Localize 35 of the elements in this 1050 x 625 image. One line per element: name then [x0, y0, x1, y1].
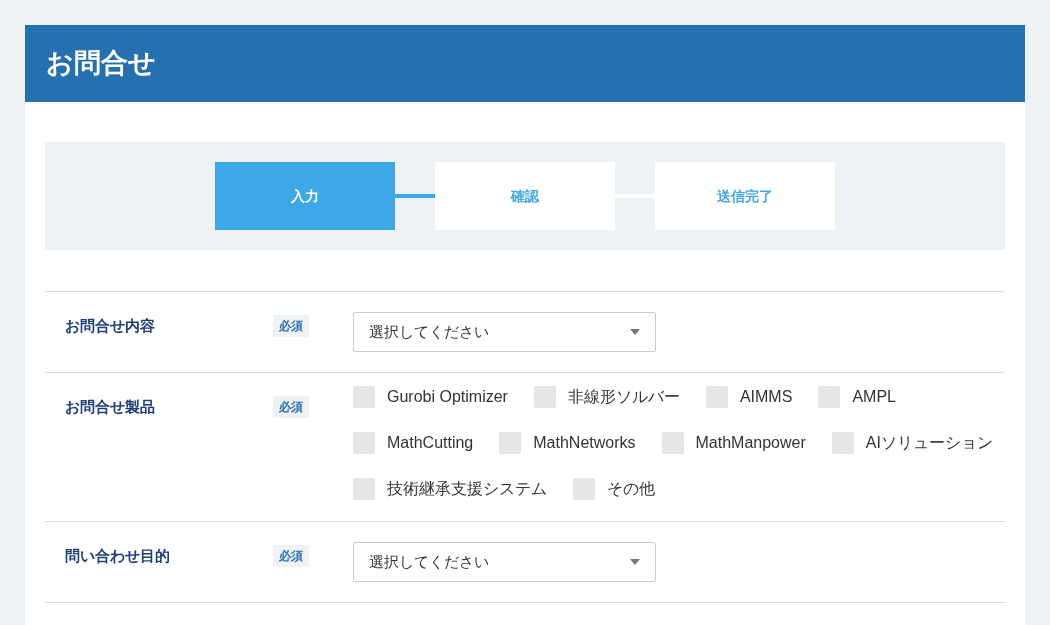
field-label: 問い合わせ目的 [65, 547, 170, 564]
checkbox[interactable] [353, 386, 375, 408]
checkbox[interactable] [573, 478, 595, 500]
step: 確認 [435, 162, 615, 230]
step: 送信完了 [655, 162, 835, 230]
checkbox[interactable] [661, 432, 684, 454]
checkbox[interactable] [533, 386, 556, 408]
checkbox-label: 非線形ソルバー [567, 387, 680, 407]
required-badge: 必須 [273, 396, 309, 418]
checkbox[interactable] [499, 432, 522, 454]
select-dropdown[interactable]: 選択してください [353, 542, 656, 582]
checkbox-label: MathManpower [695, 433, 806, 453]
checkbox-label: その他 [607, 479, 655, 499]
checkbox[interactable] [818, 386, 841, 408]
checkbox-label: AIMMS [739, 387, 793, 407]
page-title: お問合せ [46, 47, 156, 81]
required-badge: 必須 [273, 315, 309, 337]
checkbox-label: AMPL [852, 387, 896, 407]
field-label: お問合せ製品 [65, 398, 155, 415]
checkbox[interactable] [705, 386, 728, 408]
select-dropdown[interactable]: 選択してください [353, 312, 656, 352]
caret-icon [630, 559, 640, 565]
checkbox-label: 技術継承支援システム [387, 479, 547, 499]
checkbox-label: AIソリューション [865, 433, 993, 453]
field-label: お問合せ内容 [65, 317, 155, 334]
checkbox[interactable] [353, 432, 375, 454]
required-badge: 必須 [273, 545, 309, 567]
checkbox-label: Gurobi Optimizer [387, 387, 508, 407]
step-connector [395, 194, 435, 198]
step: 入力 [215, 162, 395, 230]
checkbox[interactable] [353, 478, 375, 500]
caret-icon [630, 329, 640, 335]
checkbox-label: MathNetworks [533, 433, 636, 453]
checkbox[interactable] [831, 432, 854, 454]
checkbox-label: MathCutting [387, 433, 474, 453]
